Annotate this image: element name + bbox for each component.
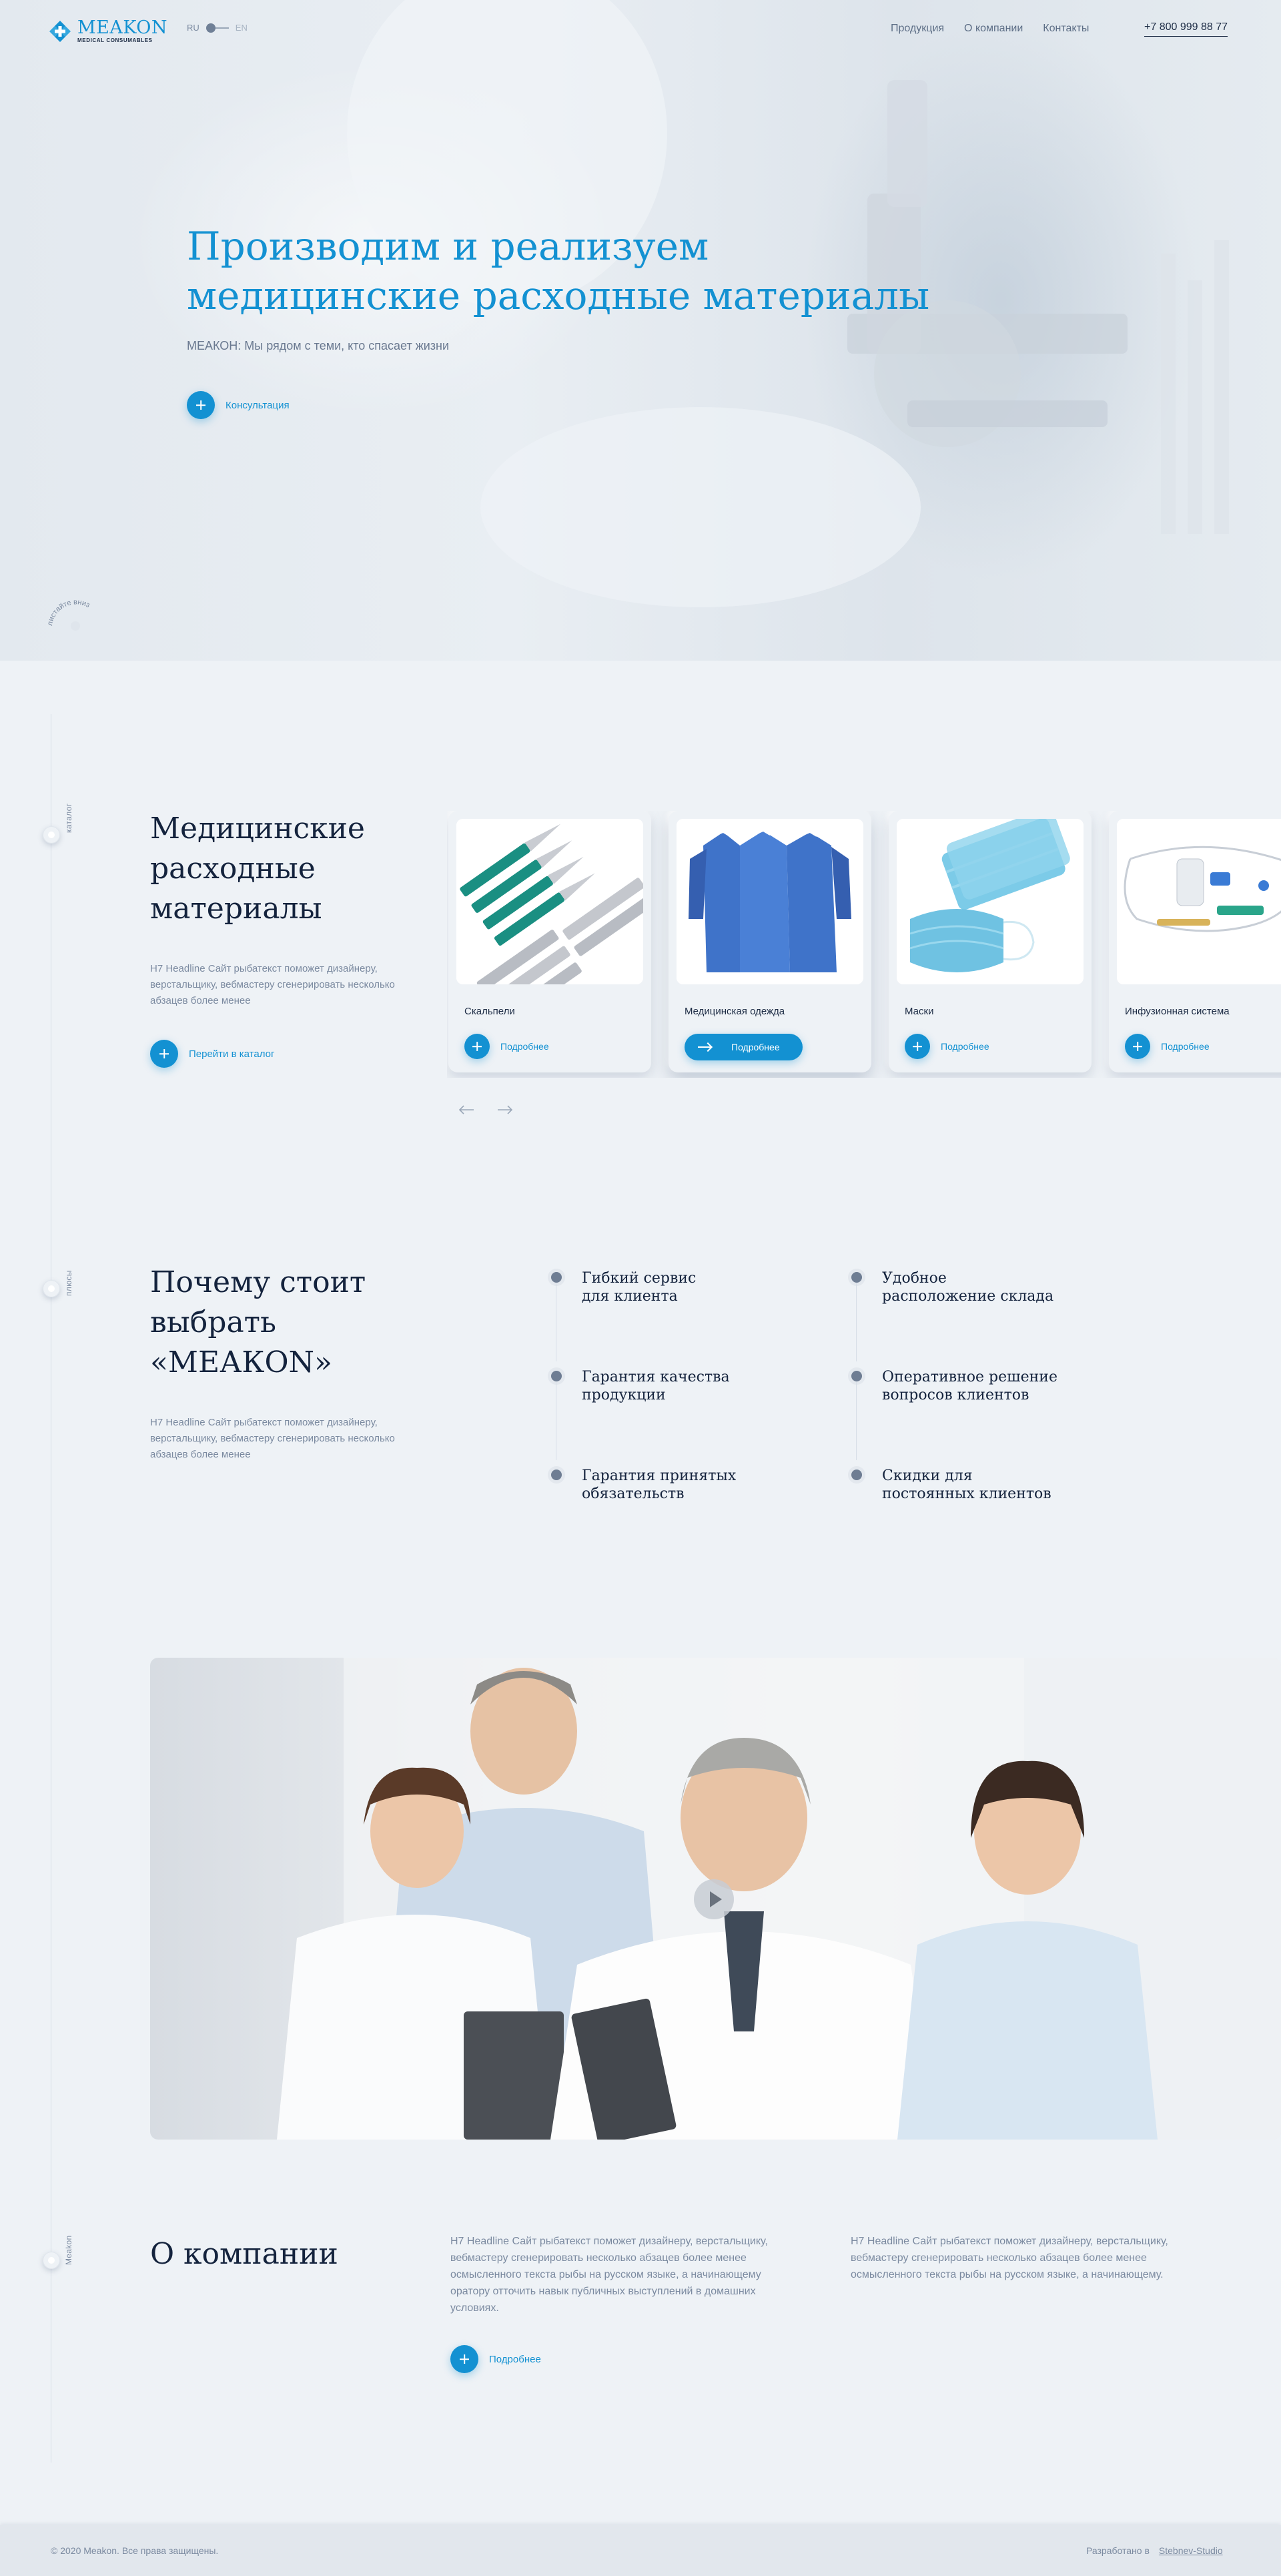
feature-item: Гибкий сервис для клиента bbox=[551, 1269, 795, 1361]
product-name: Скальпели bbox=[464, 1006, 515, 1017]
about-text-column-2: H7 Headline Сайт рыбатекст поможет дизай… bbox=[851, 2236, 1168, 2280]
details-label: Подробнее bbox=[500, 1041, 549, 1052]
medical-gown-image bbox=[677, 819, 863, 984]
site-footer: © 2020 Meakon. Все права защищены. Разра… bbox=[0, 2525, 1281, 2576]
developer-label: Разработано в bbox=[1086, 2545, 1150, 2556]
bullet-icon bbox=[851, 1272, 862, 1283]
carousel-next-arrow-icon[interactable] bbox=[496, 1104, 514, 1115]
nav-about[interactable]: О компании bbox=[964, 23, 1023, 35]
developer-credit: Разработано в Stebnev-Studio bbox=[1086, 2545, 1223, 2556]
go-to-catalog-button[interactable]: Перейти в каталог bbox=[150, 1040, 274, 1068]
catalog-carousel: Скальпели Подробнее Медицинская одежда П… bbox=[447, 811, 1281, 1078]
hero-title-line-1: Производим и реализуем bbox=[187, 224, 709, 269]
why-text: H7 Headline Сайт рыбатекст поможет дизай… bbox=[150, 1417, 395, 1460]
lang-en[interactable]: EN bbox=[236, 23, 248, 33]
feature-item: Оперативное решение вопросов клиентов bbox=[851, 1368, 1096, 1460]
hero-section: MEAKON MEDICAL CONSUMABLES RU EN Продукц… bbox=[0, 0, 1281, 661]
details-label: Подробнее bbox=[1161, 1041, 1210, 1052]
product-card[interactable]: Инфузионная система Подробнее bbox=[1109, 811, 1281, 1072]
why-title-line-3: «МЕАКОN» bbox=[150, 1345, 332, 1379]
product-card[interactable]: Скальпели Подробнее bbox=[448, 811, 651, 1072]
product-name: Медицинская одежда bbox=[685, 1006, 785, 1017]
plus-icon bbox=[187, 391, 215, 419]
bullet-icon bbox=[551, 1272, 562, 1283]
face-mask-image bbox=[897, 819, 1084, 984]
catalog-title-line-2: расходные bbox=[150, 852, 316, 886]
bullet-icon bbox=[551, 1470, 562, 1480]
about-title: О компании bbox=[150, 2237, 338, 2271]
lang-ru[interactable]: RU bbox=[187, 23, 199, 33]
logo-cross-icon bbox=[49, 21, 71, 42]
rail-dot-about[interactable] bbox=[43, 2252, 60, 2269]
nav-contacts[interactable]: Контакты bbox=[1043, 23, 1089, 35]
details-button[interactable]: Подробнее bbox=[464, 1034, 549, 1059]
main-nav: Продукция О компании Контакты bbox=[891, 23, 1089, 35]
infusion-set-image bbox=[1117, 819, 1281, 984]
plus-icon bbox=[150, 1040, 178, 1068]
why-title-line-1: Почему стоит bbox=[150, 1265, 366, 1299]
feature-item: Скидки для постоянных клиентов bbox=[851, 1467, 1096, 1503]
arrow-right-icon bbox=[698, 1046, 711, 1048]
details-button[interactable]: Подробнее bbox=[685, 1034, 803, 1060]
carousel-prev-arrow-icon[interactable] bbox=[458, 1104, 475, 1115]
details-label: Подробнее bbox=[731, 1042, 780, 1052]
nav-products[interactable]: Продукция bbox=[891, 23, 944, 35]
about-text-column-1: H7 Headline Сайт рыбатекст поможет дизай… bbox=[450, 2236, 768, 2314]
copyright: © 2020 Meakon. Все права защищены. bbox=[51, 2545, 219, 2556]
rail-label-about: Meakon bbox=[64, 2235, 73, 2266]
rail-label-catalog: каталог bbox=[64, 803, 73, 833]
plus-icon bbox=[905, 1034, 930, 1059]
consultation-label: Консультация bbox=[226, 399, 290, 411]
plus-icon bbox=[1125, 1034, 1150, 1059]
catalog-title: Медицинские расходные материалы bbox=[150, 809, 365, 929]
about-more-label: Подробнее bbox=[489, 2353, 541, 2365]
hero-subtitle: МЕАКОН: Мы рядом с теми, кто спасает жиз… bbox=[187, 339, 450, 352]
consultation-button[interactable]: Консультация bbox=[187, 391, 290, 419]
developer-link[interactable]: Stebnev-Studio bbox=[1159, 2545, 1223, 2556]
scroll-hint-badge: листайте вниз bbox=[46, 598, 91, 631]
why-title-line-2: выбрать bbox=[150, 1305, 276, 1339]
feature-item: Удобное расположение склада bbox=[851, 1269, 1096, 1361]
phone-link[interactable]: +7 800 999 88 77 bbox=[1144, 21, 1228, 37]
feature-item: Гарантия качества продукции bbox=[551, 1368, 795, 1460]
hero-lab-background-image bbox=[347, 0, 1229, 607]
hero-title-line-2: медицинские расходные материалы bbox=[187, 273, 930, 318]
why-title: Почему стоит выбрать «МЕАКОN» bbox=[150, 1263, 366, 1383]
feature-item: Гарантия принятых обязательств bbox=[551, 1467, 795, 1503]
language-switch: RU EN bbox=[187, 23, 248, 33]
details-pill: Подробнее bbox=[685, 1034, 803, 1060]
hero-title: Производим и реализуем медицинские расхо… bbox=[187, 222, 929, 320]
product-card-active[interactable]: Медицинская одежда Подробнее bbox=[669, 811, 871, 1072]
bullet-icon bbox=[851, 1470, 862, 1480]
details-label: Подробнее bbox=[941, 1041, 989, 1052]
plus-icon bbox=[464, 1034, 490, 1059]
logo-name: MEAKON bbox=[77, 17, 168, 38]
rail-dot-pluses[interactable] bbox=[43, 1280, 60, 1297]
scalpel-image bbox=[456, 819, 643, 984]
details-button[interactable]: Подробнее bbox=[905, 1034, 989, 1059]
product-name: Маски bbox=[905, 1006, 934, 1017]
catalog-text: H7 Headline Сайт рыбатекст поможет дизай… bbox=[150, 963, 395, 1006]
catalog-title-line-3: материалы bbox=[150, 892, 322, 926]
svg-text:листайте вниз: листайте вниз bbox=[46, 598, 91, 626]
product-name: Инфузионная система bbox=[1125, 1006, 1230, 1017]
rail-label-pluses: плюсы bbox=[64, 1270, 73, 1296]
catalog-title-line-1: Медицинские bbox=[150, 812, 365, 846]
logo[interactable]: MEAKON MEDICAL CONSUMABLES bbox=[48, 19, 167, 44]
plus-icon bbox=[450, 2345, 478, 2373]
details-button[interactable]: Подробнее bbox=[1125, 1034, 1210, 1059]
scroll-hint-text: листайте вниз bbox=[46, 598, 91, 626]
rail-dot-catalog[interactable] bbox=[43, 826, 60, 844]
site-header: MEAKON MEDICAL CONSUMABLES RU EN Продукц… bbox=[0, 0, 1281, 60]
logo-subtitle: MEDICAL CONSUMABLES bbox=[77, 37, 153, 43]
go-to-catalog-label: Перейти в каталог bbox=[189, 1048, 275, 1060]
bullet-icon bbox=[551, 1371, 562, 1381]
bullet-icon bbox=[851, 1371, 862, 1381]
about-more-button[interactable]: Подробнее bbox=[450, 2345, 541, 2373]
language-toggle[interactable] bbox=[205, 23, 229, 33]
product-card[interactable]: Маски Подробнее bbox=[889, 811, 1092, 1072]
play-video-icon[interactable] bbox=[694, 1879, 734, 1919]
